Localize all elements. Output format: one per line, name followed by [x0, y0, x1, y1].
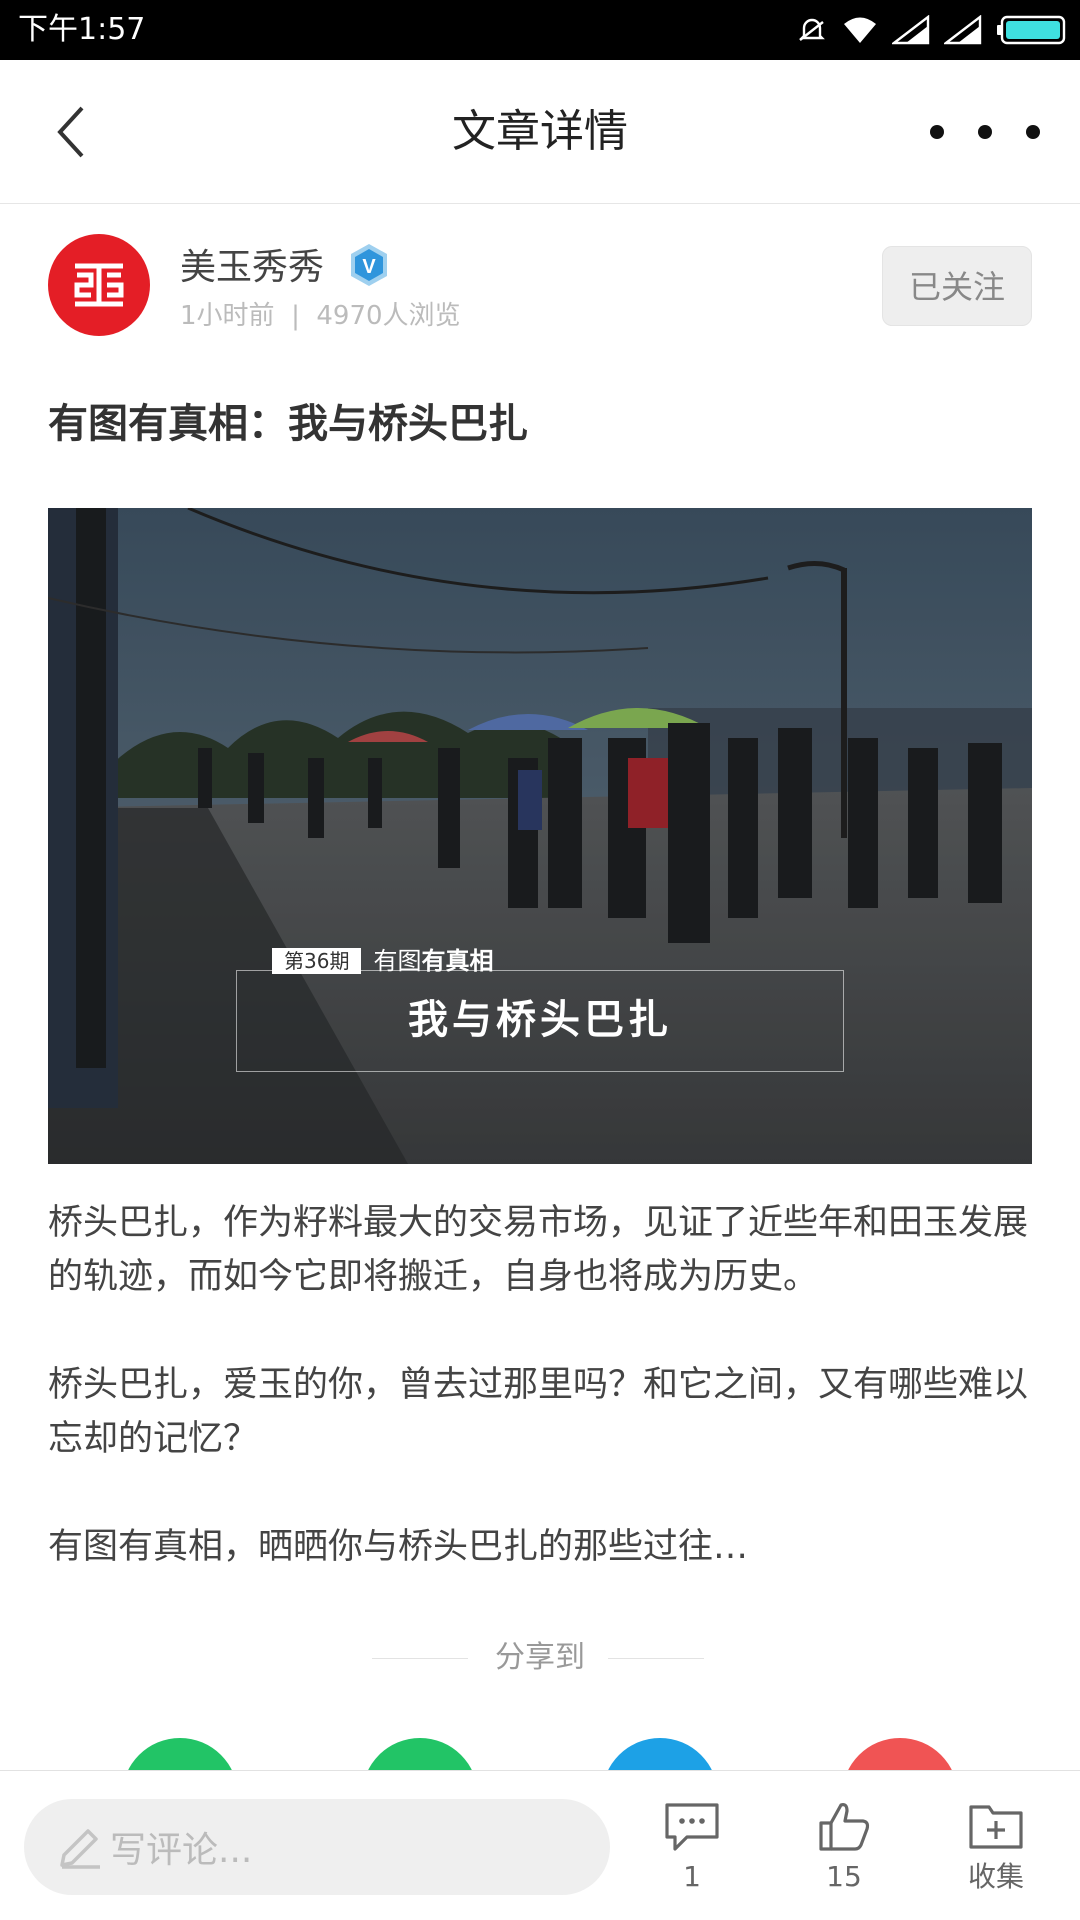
share-section: 分享到	[0, 1636, 1080, 1680]
series-label-strong: 有真相	[421, 947, 494, 975]
wifi-icon	[844, 17, 876, 43]
collect-label: 收集	[967, 1860, 1024, 1893]
comments-button[interactable]: 1	[632, 1799, 752, 1909]
signal-icon	[892, 15, 930, 45]
page-title: 文章详情	[452, 106, 628, 157]
verified-badge-icon: V	[351, 244, 387, 286]
status-time: 下午1:57	[18, 12, 146, 47]
hero-issue-row: 第36期 有图 有真相	[272, 946, 493, 976]
article-paragraph: 桥头巴扎，爱玉的你，曾去过那里吗？和它之间，又有哪些难以忘却的记忆？	[48, 1365, 1029, 1459]
comment-input[interactable]: 写评论...	[24, 1799, 610, 1895]
comment-count: 1	[683, 1860, 701, 1893]
article-title: 有图有真相：我与桥头巴扎	[48, 401, 528, 447]
battery-icon	[997, 15, 1066, 45]
issue-badge: 第36期	[272, 948, 362, 974]
comment-icon	[665, 1803, 719, 1851]
share-label: 分享到	[495, 1640, 585, 1675]
follow-button[interactable]: 已关注	[882, 246, 1032, 326]
avatar[interactable]	[48, 234, 150, 336]
like-button[interactable]: 15	[784, 1799, 904, 1909]
folder-add-icon	[969, 1805, 1023, 1849]
divider	[608, 1658, 704, 1659]
bottom-action-bar: 写评论... 1 15 收集	[0, 1770, 1080, 1920]
more-horizontal-icon	[978, 125, 992, 139]
post-meta: 1小时前 | 4970人浏览	[180, 301, 461, 331]
hero-main-text: 我与桥头巴扎	[408, 996, 672, 1043]
comment-placeholder: 写评论...	[110, 1830, 253, 1871]
nav-bar: 文章详情	[0, 60, 1080, 204]
more-horizontal-icon	[930, 125, 944, 139]
more-horizontal-icon	[1026, 125, 1040, 139]
author-header: 美玉秀秀 V 1小时前 | 4970人浏览 已关注	[0, 204, 1080, 354]
svg-text:V: V	[362, 256, 376, 278]
hero-image[interactable]: 第36期 有图 有真相 我与桥头巴扎	[48, 508, 1032, 1164]
author-name[interactable]: 美玉秀秀	[180, 244, 324, 292]
article-paragraph: 有图有真相，晒晒你与桥头巴扎的那些过往…	[48, 1527, 749, 1567]
alarm-icon	[799, 18, 825, 41]
like-count: 15	[826, 1860, 862, 1893]
status-icons	[796, 12, 1066, 48]
status-bar: 下午1:57	[0, 0, 1080, 60]
pencil-icon	[60, 1829, 100, 1869]
thumbs-up-icon	[819, 1803, 870, 1851]
more-button[interactable]	[930, 104, 1040, 160]
series-label: 有图	[373, 947, 422, 975]
article-paragraph: 桥头巴扎，作为籽料最大的交易市场，见证了近些年和田玉发展的轨迹，而如今它即将搬迁…	[48, 1203, 1029, 1297]
publisher-logo-icon	[74, 263, 124, 307]
collect-button[interactable]: 收集	[936, 1799, 1056, 1909]
signal-icon	[944, 15, 982, 45]
